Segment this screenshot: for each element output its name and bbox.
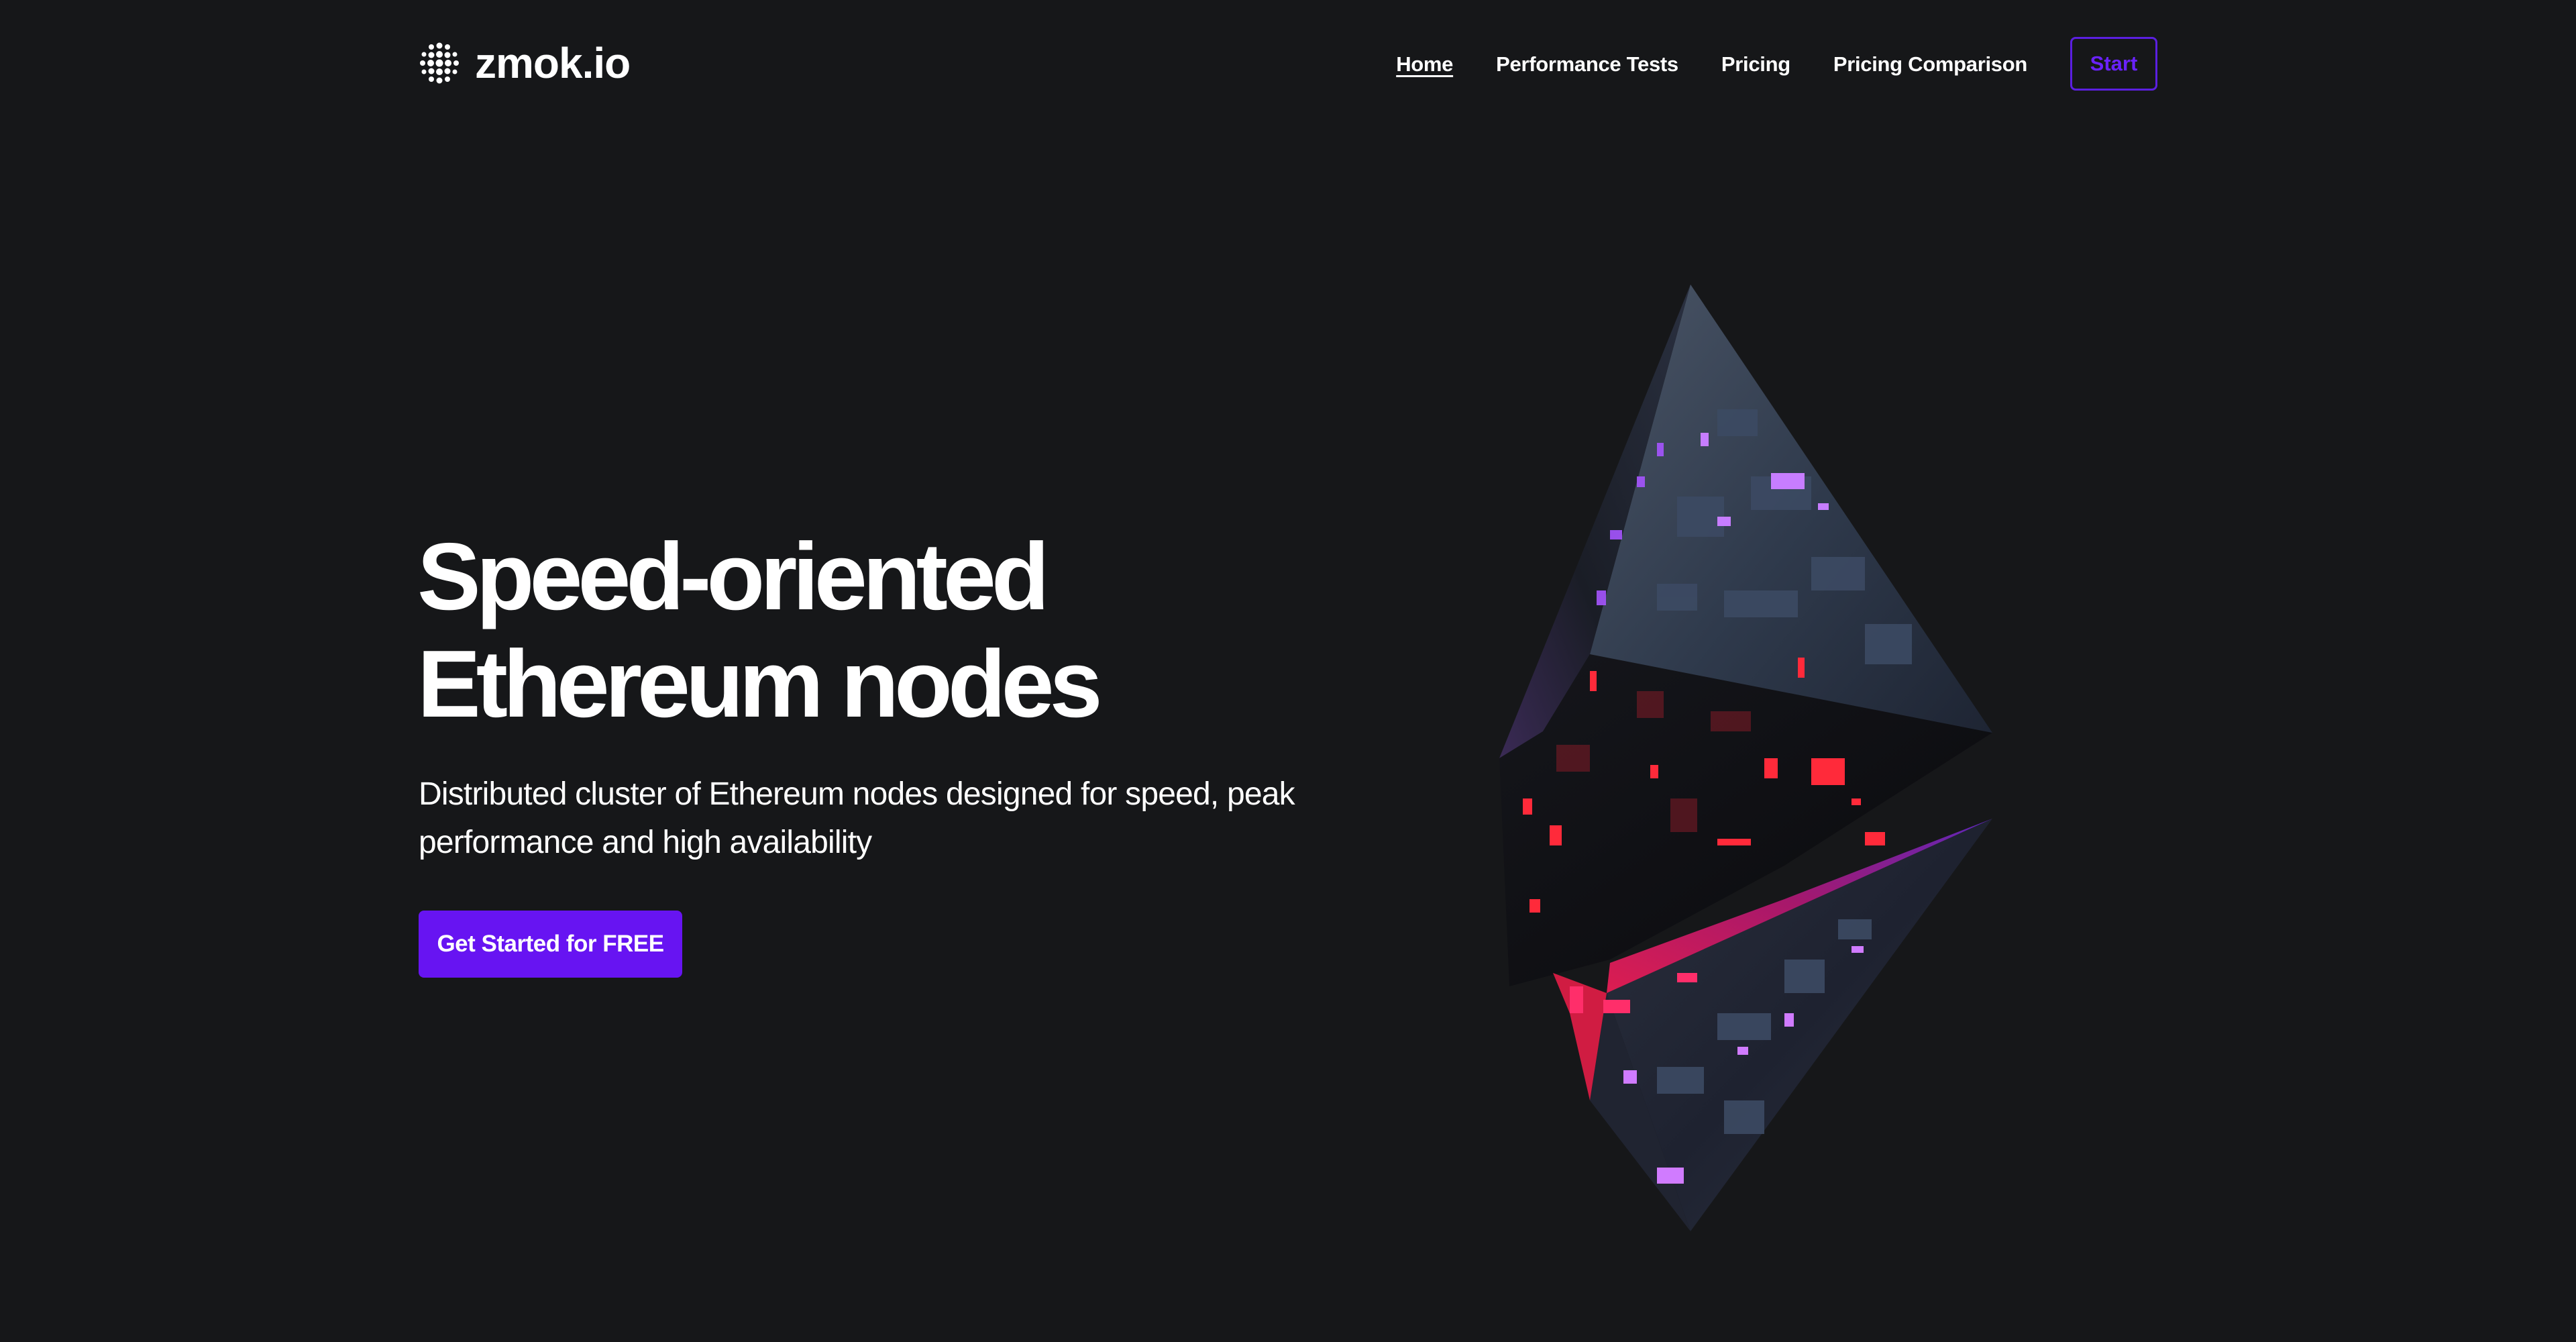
dot-grid-logo-icon [420,42,459,84]
hero-title-line-1: Speed-oriented [417,523,1050,630]
nav-performance-tests-link[interactable]: Performance Tests [1496,54,1678,74]
nav-pricing-link[interactable]: Pricing [1721,54,1790,74]
nav-pricing-comparison-link[interactable]: Pricing Comparison [1833,54,2027,74]
hero-title: Speed-oriented Ethereum nodes [417,523,1103,738]
start-button[interactable]: Start [2070,37,2157,91]
nav-home-link[interactable]: Home [1396,54,1453,74]
get-started-button[interactable]: Get Started for FREE [419,911,682,978]
hero-subtitle: Distributed cluster of Ethereum nodes de… [419,776,1295,860]
brand-logo-link[interactable]: zmok.io [419,36,631,90]
site-header: zmok.io Home Performance Tests Pricing P… [419,34,2157,94]
landing-page: zmok.io Home Performance Tests Pricing P… [0,0,2576,1342]
ethereum-crystal-illustration [1499,285,1992,1231]
hero-title-line-2: Ethereum nodes [417,631,1103,737]
brand-name: zmok.io [475,39,631,87]
main-nav: Home Performance Tests Pricing Pricing C… [1353,34,2157,94]
